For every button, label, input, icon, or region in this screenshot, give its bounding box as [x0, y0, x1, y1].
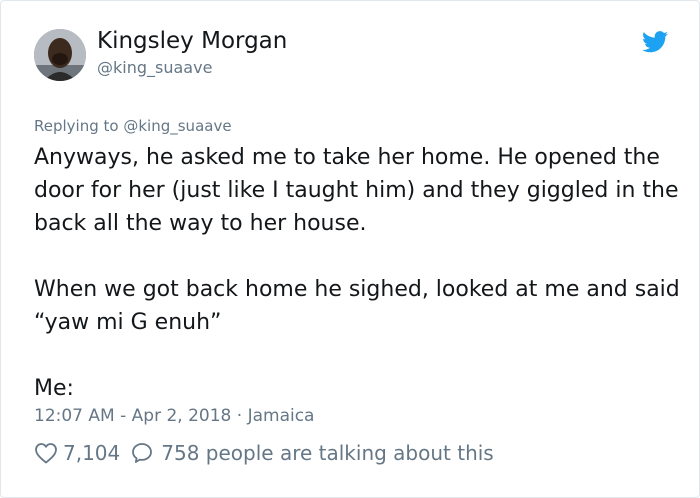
reply-prefix: Replying to — [34, 117, 119, 135]
twitter-bird-icon[interactable] — [642, 31, 668, 53]
tweet-card: Kingsley Morgan @king_suaave Replying to… — [0, 0, 700, 498]
tweet-meta: 12:07 AM - Apr 2, 2018 · Jamaica — [34, 406, 314, 426]
tweet-paragraph: Anyways, he asked me to take her home. H… — [34, 145, 679, 236]
tweet-date[interactable]: Apr 2, 2018 — [132, 406, 232, 426]
author-display-name[interactable]: Kingsley Morgan — [97, 28, 287, 54]
author-handle[interactable]: @king_suaave — [97, 58, 212, 77]
tweet-paragraph: When we got back home he sighed, looked … — [34, 277, 680, 335]
tweet-paragraph: Me: — [34, 376, 74, 401]
tweet-text: Anyways, he asked me to take her home. H… — [34, 141, 684, 405]
avatar-photo — [34, 29, 86, 81]
author-avatar[interactable] — [34, 29, 86, 81]
tweet-stats: 7,104 758 people are talking about this — [34, 441, 494, 465]
talking-count-link[interactable]: 758 people are talking about this — [161, 441, 493, 465]
meta-separator: - — [120, 406, 127, 426]
tweet-location[interactable]: Jamaica — [248, 406, 315, 426]
reply-mention-link[interactable]: @king_suaave — [123, 117, 231, 135]
meta-dot: · — [236, 406, 243, 426]
heart-icon[interactable] — [34, 442, 58, 464]
likes-count[interactable]: 7,104 — [63, 441, 120, 465]
tweet-time[interactable]: 12:07 AM — [34, 406, 115, 426]
comment-icon[interactable] — [130, 441, 154, 465]
reply-context: Replying to @king_suaave — [34, 117, 232, 135]
